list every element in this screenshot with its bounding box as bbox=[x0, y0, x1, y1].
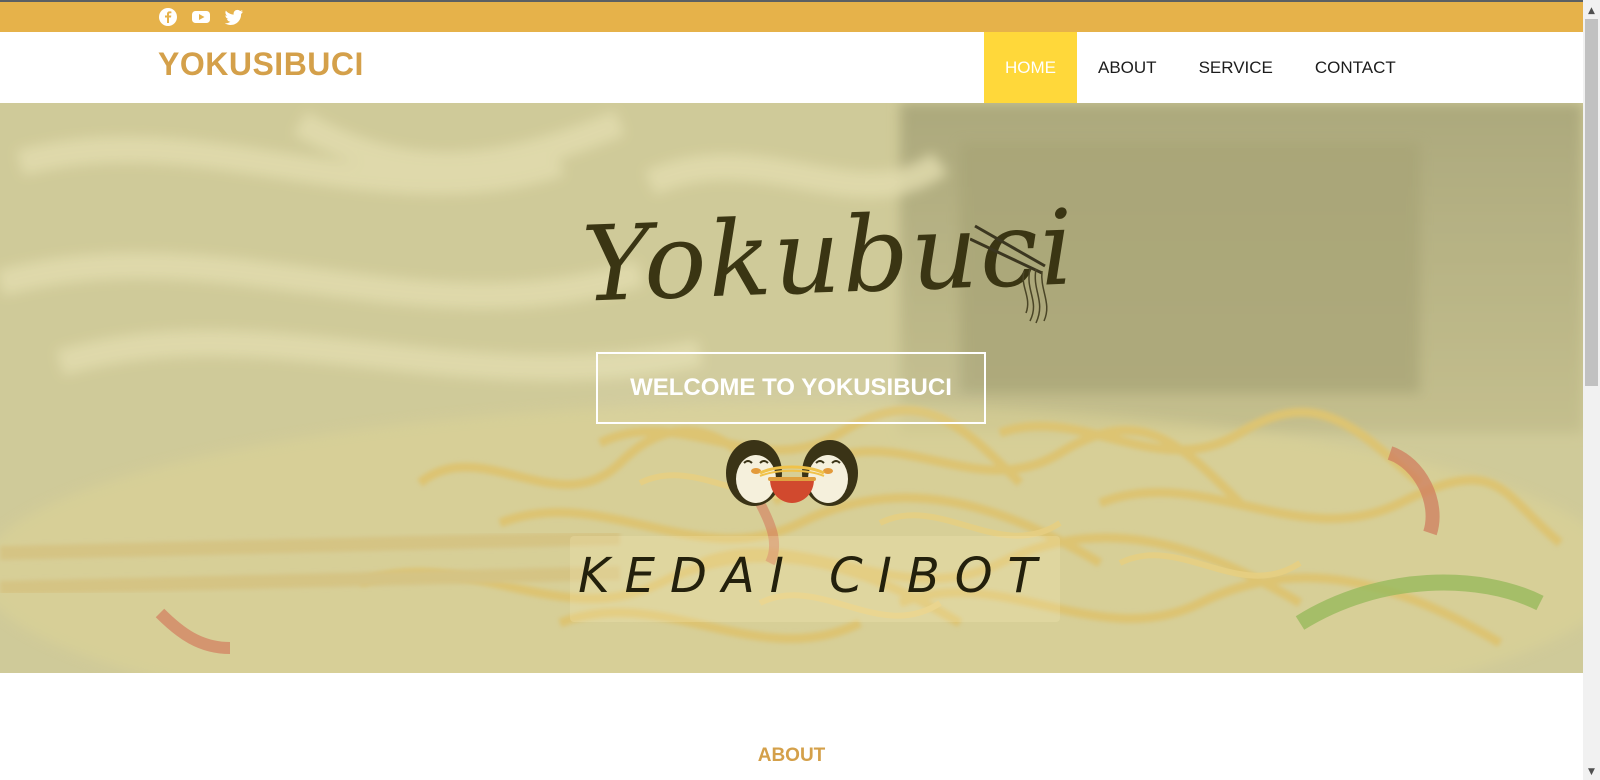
nav-service[interactable]: SERVICE bbox=[1178, 32, 1294, 103]
scrollbar-thumb[interactable] bbox=[1585, 19, 1598, 386]
top-bar bbox=[0, 2, 1583, 32]
nav-contact[interactable]: CONTACT bbox=[1294, 32, 1417, 103]
page-scrollbar[interactable]: ▲ ▼ bbox=[1583, 0, 1600, 780]
nav-home[interactable]: HOME bbox=[984, 32, 1077, 103]
facebook-icon[interactable] bbox=[158, 7, 178, 27]
youtube-icon[interactable] bbox=[191, 7, 211, 27]
chopsticks-icon bbox=[970, 224, 1048, 324]
brand-logo[interactable]: YOKUSIBUCI bbox=[158, 46, 364, 83]
penguin-mascots-icon bbox=[726, 440, 858, 506]
kedai-cibot-tagline: KEDAI CIBOT bbox=[578, 548, 1052, 604]
hero-section: Yokubuci WELCOME TO YOKUSIBUCI KEDAI CIB… bbox=[0, 103, 1583, 673]
main-navbar: YOKUSIBUCI HOME ABOUT SERVICE CONTACT bbox=[0, 32, 1583, 103]
welcome-button[interactable]: WELCOME TO YOKUSIBUCI bbox=[596, 352, 986, 424]
about-section-heading: ABOUT bbox=[757, 745, 826, 766]
scroll-up-arrow-icon[interactable]: ▲ bbox=[1583, 2, 1600, 19]
twitter-icon[interactable] bbox=[224, 7, 244, 27]
main-nav: HOME ABOUT SERVICE CONTACT bbox=[984, 32, 1417, 103]
nav-about[interactable]: ABOUT bbox=[1077, 32, 1178, 103]
scroll-down-arrow-icon[interactable]: ▼ bbox=[1583, 763, 1600, 780]
social-links bbox=[158, 7, 244, 27]
